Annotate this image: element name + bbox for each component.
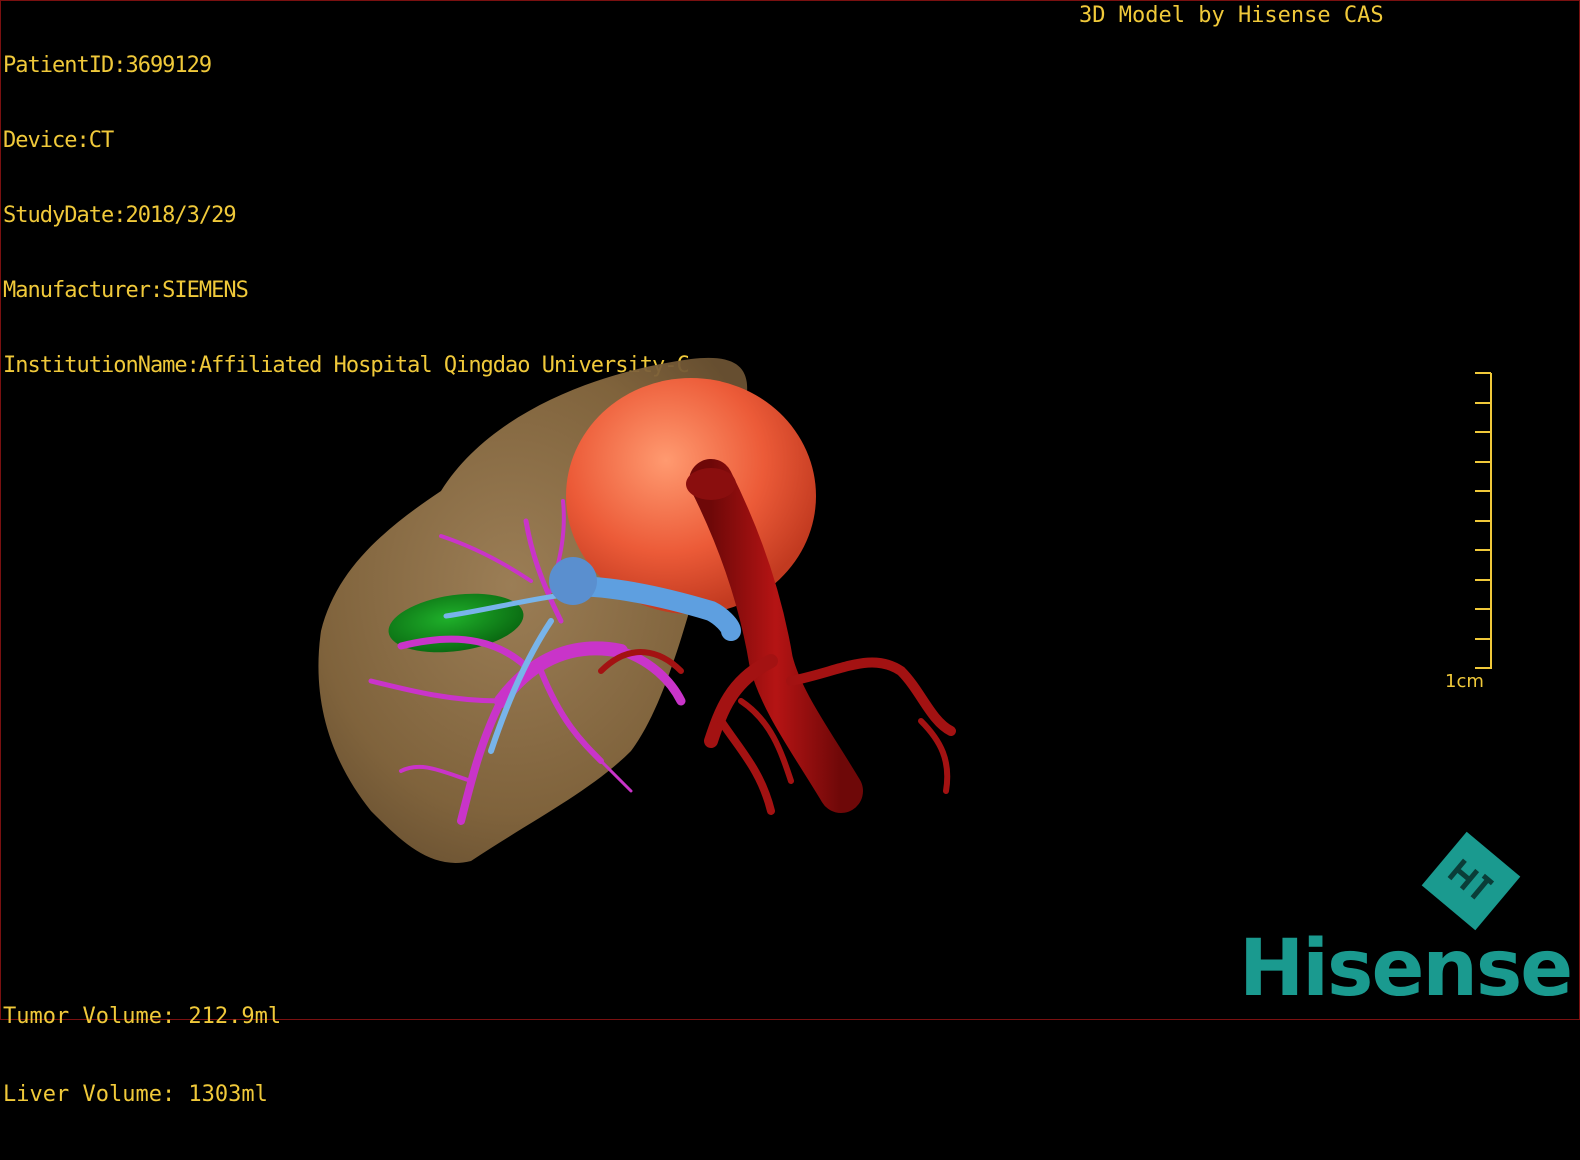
hepatic-vein-confluence: [549, 557, 597, 605]
patient-id-text: PatientID:3699129: [3, 53, 212, 78]
device-text: Device:CT: [3, 128, 114, 153]
manufacturer-text: Manufacturer:SIEMENS: [3, 278, 249, 303]
3d-viewport[interactable]: PatientID:3699129 Device:CT StudyDate:20…: [0, 0, 1580, 1107]
volume-measurements: Tumor Volume: 212.9ml Liver Volume: 1303…: [3, 952, 281, 1160]
liver-3d-model[interactable]: [301, 341, 1021, 881]
tumor-volume-text: Tumor Volume: 212.9ml: [3, 1004, 282, 1029]
model-credit-text: 3D Model by Hisense CAS: [1079, 3, 1384, 28]
brand-wordmark: Hisense: [1239, 924, 1573, 1014]
aorta-top: [686, 468, 736, 500]
scale-bar-label: 1cm: [1445, 671, 1484, 692]
liver-volume-text: Liver Volume: 1303ml: [3, 1082, 268, 1107]
study-date-text: StudyDate:2018/3/29: [3, 203, 237, 228]
scale-bar: [1475, 372, 1492, 669]
